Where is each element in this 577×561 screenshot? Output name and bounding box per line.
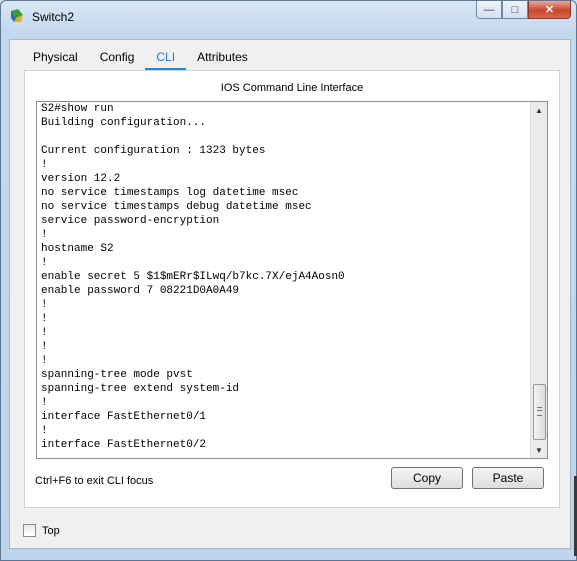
cli-line: interface FastEthernet0/2: [41, 439, 207, 451]
tab-config[interactable]: Config: [89, 44, 146, 68]
cli-line: spanning-tree mode pvst: [41, 369, 193, 381]
cli-line: Building configuration...: [41, 117, 207, 129]
cli-line: !: [41, 159, 48, 171]
cli-focus-hint: Ctrl+F6 to exit CLI focus: [35, 475, 154, 487]
window-title: Switch2: [32, 10, 75, 24]
scrollbar-thumb[interactable]: [533, 384, 546, 440]
scroll-down-icon[interactable]: ▼: [531, 442, 547, 458]
cli-line: no service timestamps log datetime msec: [41, 187, 299, 199]
cli-line: !: [41, 313, 48, 325]
top-checkbox[interactable]: [23, 524, 36, 537]
cli-line: Current configuration : 1323 bytes: [41, 145, 266, 157]
cli-scrollbar[interactable]: ▲ ▼: [530, 102, 547, 458]
maximize-icon[interactable]: □: [502, 1, 528, 19]
client-area: Physical Config CLI Attributes IOS Comma…: [9, 39, 571, 549]
cli-line: [41, 130, 345, 144]
cli-line: !: [41, 327, 48, 339]
tab-attributes[interactable]: Attributes: [186, 44, 259, 68]
cli-line: !: [41, 397, 48, 409]
minimize-icon[interactable]: —: [476, 1, 502, 19]
grip-icon: [537, 407, 542, 416]
cli-line: !: [41, 355, 48, 367]
cli-line: spanning-tree extend system-id: [41, 383, 240, 395]
cli-line: !: [41, 341, 48, 353]
cli-output[interactable]: S2#show run Building configuration... Curr…: [41, 102, 345, 452]
cli-line: !: [41, 257, 48, 269]
close-icon[interactable]: ✕: [528, 1, 571, 19]
scroll-up-icon[interactable]: ▲: [531, 102, 547, 118]
cli-line: !: [41, 229, 48, 241]
cli-line: interface FastEthernet0/1: [41, 411, 207, 423]
cli-line: !: [41, 299, 48, 311]
tab-cli[interactable]: CLI: [145, 44, 187, 70]
tab-physical[interactable]: Physical: [22, 44, 89, 68]
cli-line: no service timestamps debug datetime mse…: [41, 201, 312, 213]
cli-line: version 12.2: [41, 173, 121, 185]
panel-title: IOS Command Line Interface: [220, 82, 364, 94]
top-checkbox-label: Top: [42, 524, 60, 537]
packet-tracer-app-icon: [11, 9, 23, 22]
switch-window: Switch2 — □ ✕ Physical Config CLI Attrib…: [0, 0, 577, 561]
cli-line: enable password 7 08221D0A0A49: [41, 285, 240, 297]
caption-buttons: — □ ✕: [476, 1, 571, 21]
cli-line: enable secret 5 $1$mERr$ILwq/b7kc.7X/ejA…: [41, 271, 345, 283]
cli-line: S2#show run: [41, 103, 114, 115]
cli-line: hostname S2: [41, 243, 114, 255]
cli-line: !: [41, 425, 48, 437]
title-bar[interactable]: Switch2 — □ ✕: [1, 1, 576, 31]
copy-button[interactable]: Copy: [391, 467, 463, 489]
paste-button[interactable]: Paste: [472, 467, 544, 489]
top-checkbox-row[interactable]: Top: [23, 524, 60, 537]
tab-bar: Physical Config CLI Attributes: [22, 44, 259, 70]
cli-terminal[interactable]: S2#show run Building configuration... Curr…: [36, 101, 548, 459]
cli-panel: IOS Command Line Interface S2#show run Bu…: [24, 70, 560, 508]
cli-line: service password-encryption: [41, 215, 220, 227]
